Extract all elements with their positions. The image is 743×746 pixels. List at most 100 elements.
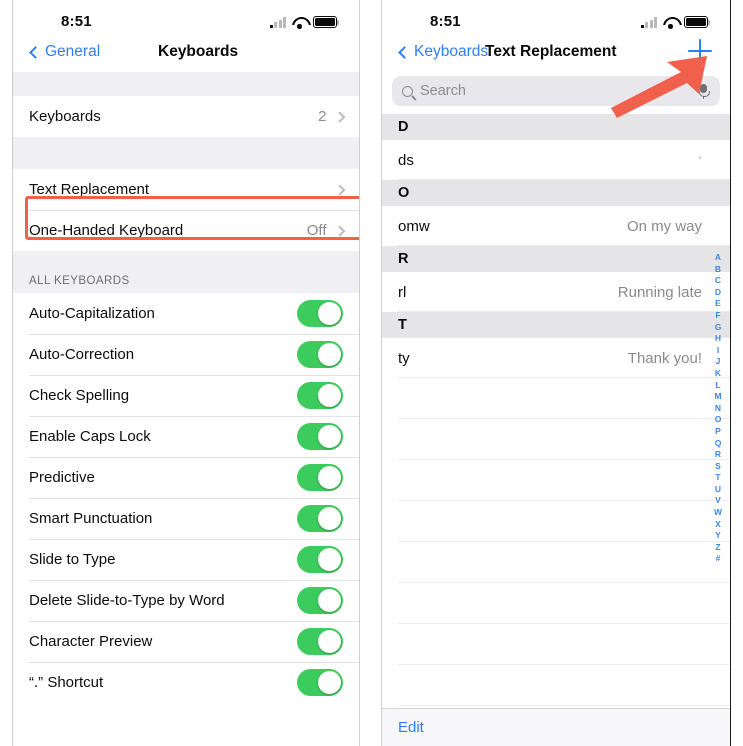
row-one-handed-keyboard-label: One-Handed Keyboard bbox=[29, 222, 184, 239]
replacement-row[interactable]: omw On my way bbox=[382, 206, 730, 246]
toggle-knob bbox=[317, 588, 342, 613]
chevron-left-icon bbox=[29, 45, 42, 59]
index-letter[interactable]: S bbox=[715, 461, 721, 473]
replacement-shortcut: rl bbox=[398, 283, 407, 301]
index-letter[interactable]: J bbox=[716, 356, 721, 368]
toggle-row[interactable]: Character Preview bbox=[13, 621, 359, 662]
index-letter[interactable]: F bbox=[715, 310, 720, 322]
index-letter[interactable]: D bbox=[715, 287, 721, 299]
toggle-knob bbox=[317, 342, 342, 367]
empty-list-row bbox=[382, 665, 730, 706]
row-one-handed-keyboard[interactable]: One-Handed Keyboard Off bbox=[13, 210, 359, 251]
replacement-phrase: Running late bbox=[617, 283, 702, 301]
replacement-shortcut: omw bbox=[398, 217, 430, 235]
toggle-switch[interactable] bbox=[297, 423, 343, 450]
toggle-switch[interactable] bbox=[297, 382, 343, 409]
status-time: 8:51 bbox=[430, 13, 461, 30]
battery-icon bbox=[684, 16, 711, 28]
toggle-switch[interactable] bbox=[297, 464, 343, 491]
index-letter[interactable]: V bbox=[715, 495, 721, 507]
chevron-left-icon bbox=[398, 45, 411, 59]
index-letter[interactable]: G bbox=[715, 322, 722, 334]
add-replacement-button[interactable] bbox=[688, 39, 712, 63]
row-one-handed-keyboard-value: Off bbox=[306, 222, 327, 239]
row-keyboards-label: Keyboards bbox=[29, 108, 101, 125]
index-letter[interactable]: T bbox=[715, 472, 720, 484]
index-letter[interactable]: # bbox=[716, 553, 721, 565]
replacement-shortcut: ds bbox=[398, 151, 414, 169]
index-letter[interactable]: U bbox=[715, 484, 721, 496]
index-letter[interactable]: K bbox=[715, 368, 721, 380]
replacement-row[interactable]: ty Thank you! bbox=[382, 338, 730, 378]
back-button-label: Keyboards bbox=[414, 43, 489, 60]
index-letter[interactable]: H bbox=[715, 333, 721, 345]
index-letter[interactable]: E bbox=[715, 298, 721, 310]
replacement-shortcut: ty bbox=[398, 349, 410, 367]
all-keyboards-toggle-list: Auto-Capitalization Auto-Correction Check … bbox=[13, 293, 359, 703]
toggle-row-label: Smart Punctuation bbox=[29, 510, 153, 527]
toggle-row[interactable]: Auto-Correction bbox=[13, 334, 359, 375]
index-letter[interactable]: P bbox=[715, 426, 721, 438]
microphone-icon[interactable] bbox=[699, 83, 710, 99]
index-letter[interactable]: B bbox=[715, 264, 721, 276]
toggle-row[interactable]: Auto-Capitalization bbox=[13, 293, 359, 334]
chevron-right-icon bbox=[333, 111, 345, 122]
toggle-knob bbox=[317, 301, 342, 326]
replacement-phrase: Thank you! bbox=[627, 349, 702, 367]
index-letter[interactable]: Y bbox=[715, 530, 721, 542]
toggle-switch[interactable] bbox=[297, 587, 343, 614]
alphabet-index-strip[interactable]: A B C D E F G H I J K L M N O P Q R S T U V W X Y Z # bbox=[711, 252, 725, 565]
index-letter[interactable]: O bbox=[715, 414, 722, 426]
search-input[interactable]: Search bbox=[392, 76, 720, 106]
toggle-knob bbox=[317, 424, 342, 449]
index-letter[interactable]: A bbox=[715, 252, 721, 264]
row-keyboards-value: 2 bbox=[318, 108, 327, 125]
row-keyboards[interactable]: Keyboards 2 bbox=[13, 96, 359, 137]
toggle-switch[interactable] bbox=[297, 341, 343, 368]
row-text-replacement-label: Text Replacement bbox=[29, 181, 150, 198]
index-letter[interactable]: W bbox=[714, 507, 722, 519]
toggle-row[interactable]: Slide to Type bbox=[13, 539, 359, 580]
toggle-row[interactable]: Delete Slide-to-Type by Word bbox=[13, 580, 359, 621]
index-letter[interactable]: R bbox=[715, 449, 721, 461]
index-letter[interactable]: I bbox=[717, 345, 719, 357]
section-header: T bbox=[382, 312, 730, 338]
index-letter[interactable]: C bbox=[715, 275, 721, 287]
replacement-row[interactable]: ds ° bbox=[382, 140, 730, 180]
index-letter[interactable]: M bbox=[714, 391, 721, 403]
chevron-right-icon bbox=[333, 225, 345, 236]
toggle-row[interactable]: “.” Shortcut bbox=[13, 662, 359, 703]
status-icons bbox=[269, 14, 340, 29]
toggle-row[interactable]: Predictive bbox=[13, 457, 359, 498]
toggle-row[interactable]: Enable Caps Lock bbox=[13, 416, 359, 457]
toggle-row[interactable]: Check Spelling bbox=[13, 375, 359, 416]
toggle-knob bbox=[317, 629, 342, 654]
replacement-row[interactable]: rl Running late bbox=[382, 272, 730, 312]
replacement-phrase: On my way bbox=[626, 217, 702, 235]
status-icons bbox=[640, 14, 711, 29]
edit-button[interactable]: Edit bbox=[398, 719, 424, 736]
toggle-switch[interactable] bbox=[297, 505, 343, 532]
cellular-bars-icon bbox=[269, 17, 286, 28]
index-letter[interactable]: L bbox=[715, 380, 720, 392]
toggle-switch[interactable] bbox=[297, 300, 343, 327]
index-letter[interactable]: N bbox=[715, 403, 721, 415]
index-letter[interactable]: Q bbox=[715, 438, 722, 450]
toggle-knob bbox=[317, 383, 342, 408]
back-to-keyboards-button[interactable]: Keyboards bbox=[398, 43, 489, 61]
empty-list-row bbox=[382, 460, 730, 501]
empty-list-row bbox=[382, 419, 730, 460]
toggle-row-label: Delete Slide-to-Type by Word bbox=[29, 592, 225, 609]
row-text-replacement[interactable]: Text Replacement bbox=[13, 169, 359, 210]
status-bar-left: 8:51 bbox=[13, 0, 359, 38]
toggle-switch[interactable] bbox=[297, 546, 343, 573]
toggle-row[interactable]: Smart Punctuation bbox=[13, 498, 359, 539]
chevron-right-icon bbox=[333, 184, 345, 195]
search-placeholder: Search bbox=[420, 83, 466, 99]
toggle-switch[interactable] bbox=[297, 628, 343, 655]
index-letter[interactable]: Z bbox=[715, 542, 720, 554]
index-letter[interactable]: X bbox=[715, 519, 721, 531]
section-header: R bbox=[382, 246, 730, 272]
toggle-switch[interactable] bbox=[297, 669, 343, 696]
back-to-general-button[interactable]: General bbox=[29, 43, 100, 61]
